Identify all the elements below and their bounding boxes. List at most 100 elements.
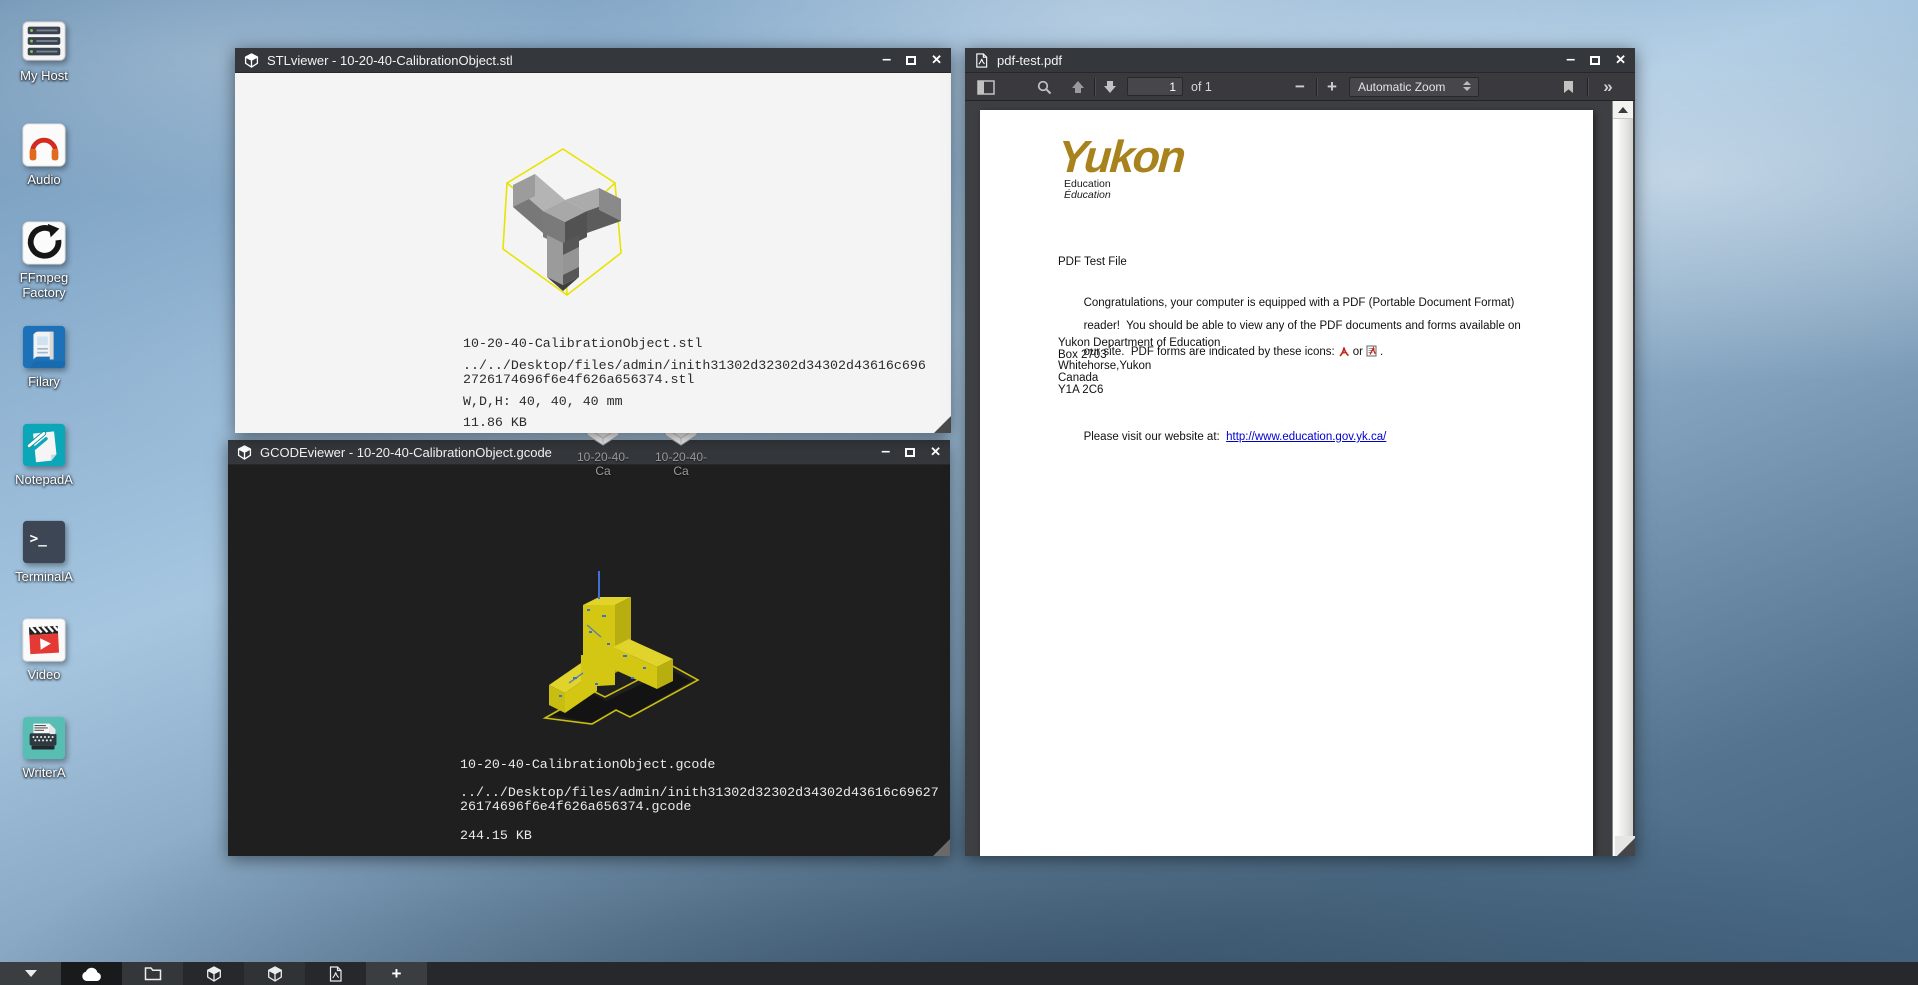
close-button[interactable]: ✕	[930, 446, 941, 458]
toolbar-separator	[1587, 78, 1588, 96]
taskbar-new-button[interactable]: +	[366, 962, 427, 985]
desktop-icon-label: FFmpeg Factory	[6, 270, 82, 300]
svg-text:>_: >_	[30, 531, 48, 547]
pdf-page: Yukon Education Éducation PDF Test File …	[980, 110, 1593, 856]
website-link[interactable]: http://www.education.gov.yk.ca/	[1226, 431, 1386, 443]
stl-object-preview	[475, 135, 665, 315]
stl-filesize: 11.86 KB	[463, 415, 527, 430]
desktop-icon-notepada[interactable]: NotepadA	[6, 422, 82, 487]
folder-icon	[144, 966, 162, 981]
desktop-icon-terminala[interactable]: >_ TerminalA	[6, 519, 82, 584]
resize-grip[interactable]	[934, 416, 951, 433]
desktop-icon-label: Audio	[6, 172, 82, 187]
sidebar-toggle-icon	[977, 80, 995, 95]
maximize-button[interactable]	[1590, 56, 1600, 65]
yukon-logo: Yukon	[1056, 131, 1185, 183]
cube-icon	[244, 53, 259, 68]
close-button[interactable]: ✕	[931, 54, 942, 66]
desktop-icon-my-host[interactable]: My Host	[6, 18, 82, 83]
maximize-button[interactable]	[905, 448, 915, 457]
desktop-file-icon[interactable]: 10-20-40-Ca	[572, 430, 634, 478]
resize-grip[interactable]	[933, 839, 950, 856]
stl-path-line2: 2726174696f6e4f626a656374.stl	[463, 372, 694, 387]
stl-3d-viewport[interactable]: 10-20-40-CalibrationObject.stl ../../Des…	[235, 73, 951, 433]
terminal-icon: >_	[21, 519, 67, 565]
clapperboard-icon	[21, 617, 67, 663]
desktop-icon-video[interactable]: Video	[6, 617, 82, 682]
taskbar-stlviewer-button[interactable]	[183, 962, 244, 985]
pdf-file-icon	[328, 966, 343, 982]
gcode-object-preview	[503, 565, 703, 740]
gcode-path-line1: ../../Desktop/files/admin/inith31302d323…	[460, 785, 939, 800]
gcode-path-line2: 26174696f6e4f626a656374.gcode	[460, 799, 691, 814]
window-title: STLviewer - 10-20-40-CalibrationObject.s…	[267, 53, 882, 68]
desktop-icon-label: Filary	[6, 374, 82, 389]
maximize-button[interactable]	[906, 56, 916, 65]
desktop-file-icon[interactable]: 10-20-40-Ca	[650, 430, 712, 478]
pdf-form-icon	[1366, 345, 1377, 357]
circular-arrows-icon	[21, 220, 67, 266]
pdf-titlebar[interactable]: pdf-test.pdf – ✕	[965, 48, 1635, 73]
desktop-icon-audio[interactable]: Audio	[6, 122, 82, 187]
cube-icon	[237, 445, 252, 460]
stlviewer-titlebar[interactable]: STLviewer - 10-20-40-CalibrationObject.s…	[235, 48, 951, 73]
server-icon	[21, 18, 67, 64]
bookmark-button[interactable]	[1555, 73, 1581, 101]
taskbar-files-button[interactable]	[122, 962, 183, 985]
page-count-label: of 1	[1191, 73, 1212, 101]
stl-path-line1: ../../Desktop/files/admin/inith31302d323…	[463, 358, 926, 373]
taskbar-gcodeviewer-button[interactable]	[244, 962, 305, 985]
taskbar-cloud-button[interactable]	[61, 962, 122, 985]
next-page-button[interactable]	[1097, 73, 1123, 101]
zoom-select-value: Automatic Zoom	[1358, 80, 1445, 94]
typewriter-icon	[21, 715, 67, 761]
gcode-filename: 10-20-40-CalibrationObject.gcode	[460, 757, 715, 772]
search-button[interactable]	[1031, 73, 1057, 101]
stl-dimensions: W,D,H: 40, 40, 40 mm	[463, 394, 623, 409]
plus-icon: +	[392, 964, 402, 984]
desktop-icon-label: WriterA	[6, 765, 82, 780]
desktop-icon-ffmpeg-factory[interactable]: FFmpeg Factory	[6, 220, 82, 300]
page-number-input[interactable]	[1127, 77, 1183, 96]
scroll-up-button[interactable]	[1613, 101, 1633, 119]
notepad-icon	[21, 422, 67, 468]
minimize-button[interactable]: –	[1566, 54, 1575, 66]
document-heading: PDF Test File	[1058, 256, 1127, 268]
gcodeviewer-window: GCODEviewer - 10-20-40-CalibrationObject…	[228, 440, 950, 856]
zoom-in-button[interactable]: +	[1319, 73, 1345, 101]
minimize-button[interactable]: –	[881, 446, 890, 458]
bookmark-icon	[1563, 80, 1574, 94]
resize-grip[interactable]	[1617, 838, 1635, 856]
desktop-file-icon-label: 10-20-40-Ca	[650, 450, 712, 478]
gcode-3d-viewport[interactable]: 10-20-40-CalibrationObject.gcode ../../D…	[228, 465, 950, 856]
desktop-icon-label: TerminalA	[6, 569, 82, 584]
search-icon	[1037, 80, 1052, 95]
stlviewer-window: STLviewer - 10-20-40-CalibrationObject.s…	[235, 48, 951, 433]
arrow-down-icon	[1103, 80, 1117, 94]
taskbar-menu-button[interactable]	[0, 962, 61, 985]
pdf-toolbar: of 1 − + Automatic Zoom »	[965, 73, 1635, 101]
desktop-icon-label: NotepadA	[6, 472, 82, 487]
taskbar-pdf-button[interactable]	[305, 962, 366, 985]
desktop-icon-filary[interactable]: Filary	[6, 324, 82, 389]
desktop-file-icon-label: 10-20-40-Ca	[572, 450, 634, 478]
close-button[interactable]: ✕	[1615, 54, 1626, 66]
cloud-icon	[80, 966, 103, 982]
select-caret-icon	[1463, 81, 1471, 91]
toolbar-separator	[1316, 78, 1317, 96]
zoom-out-button[interactable]: −	[1287, 73, 1313, 101]
cube-icon	[206, 966, 222, 982]
sidebar-toggle-button[interactable]	[973, 73, 999, 101]
acrobat-icon	[1338, 346, 1350, 357]
previous-page-button[interactable]	[1065, 73, 1091, 101]
double-chevron-icon: »	[1603, 77, 1612, 97]
vertical-scrollbar[interactable]	[1612, 101, 1633, 856]
minimize-button[interactable]: –	[882, 54, 891, 66]
toolbar-more-button[interactable]: »	[1593, 73, 1623, 101]
pdf-viewer-window: pdf-test.pdf – ✕	[965, 48, 1635, 856]
logo-subtitle-fr: Éducation	[1064, 189, 1111, 201]
zoom-select[interactable]: Automatic Zoom	[1349, 77, 1479, 97]
taskbar: +	[0, 962, 1918, 985]
gcode-filesize: 244.15 KB	[460, 828, 532, 843]
desktop-icon-writera[interactable]: WriterA	[6, 715, 82, 780]
